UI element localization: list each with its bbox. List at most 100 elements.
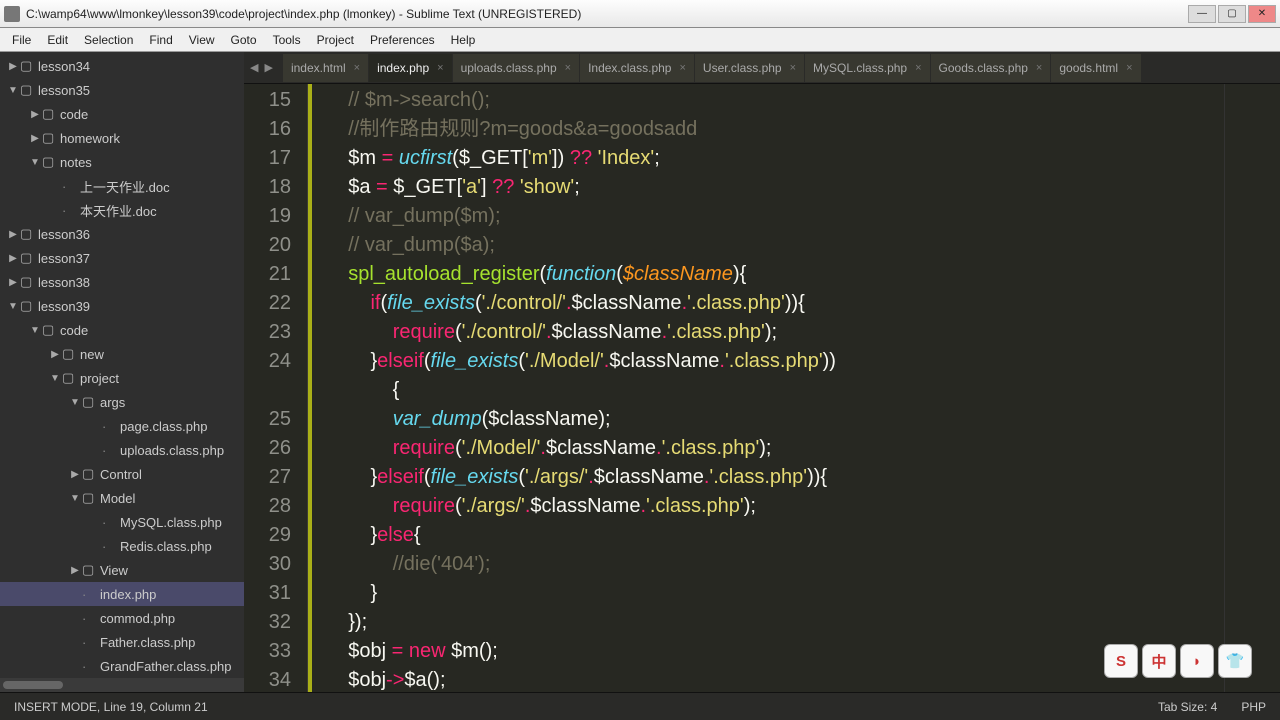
menu-selection[interactable]: Selection bbox=[76, 33, 141, 47]
tab-index-php[interactable]: index.php× bbox=[369, 54, 451, 82]
tab-close-icon[interactable]: × bbox=[437, 62, 443, 74]
tree-folder-notes[interactable]: ▼notes bbox=[0, 150, 244, 174]
disclosure-arrow-icon[interactable]: ▶ bbox=[68, 565, 82, 576]
tree-folder-Model[interactable]: ▼Model bbox=[0, 486, 244, 510]
disclosure-arrow-icon[interactable]: ▼ bbox=[28, 157, 42, 168]
disclosure-arrow-icon[interactable]: ▶ bbox=[6, 277, 20, 288]
tree-folder-lesson36[interactable]: ▶lesson36 bbox=[0, 222, 244, 246]
tree-file--doc[interactable]: 本天作业.doc bbox=[0, 198, 244, 222]
code-line[interactable]: require('./Model/'.$className.'.class.ph… bbox=[326, 434, 1224, 463]
tab-close-icon[interactable]: × bbox=[915, 62, 921, 74]
sidebar-scrollbar[interactable] bbox=[0, 678, 244, 692]
tab-Index-class-php[interactable]: Index.class.php× bbox=[580, 54, 694, 82]
disclosure-arrow-icon[interactable]: ▼ bbox=[6, 85, 20, 96]
menu-find[interactable]: Find bbox=[141, 33, 180, 47]
tab-index-html[interactable]: index.html× bbox=[283, 54, 368, 82]
code-line[interactable]: //制作路由规则?m=goods&a=goodsadd bbox=[326, 115, 1224, 144]
disclosure-arrow-icon[interactable]: ▶ bbox=[68, 469, 82, 480]
code-line[interactable]: }); bbox=[326, 608, 1224, 637]
code-line[interactable]: // var_dump($a); bbox=[326, 231, 1224, 260]
tree-file-Redis-class-php[interactable]: Redis.class.php bbox=[0, 534, 244, 558]
tree-file-Father-class-php[interactable]: Father.class.php bbox=[0, 630, 244, 654]
tree-file-page-class-php[interactable]: page.class.php bbox=[0, 414, 244, 438]
disclosure-arrow-icon[interactable]: ▼ bbox=[28, 325, 42, 336]
code-line[interactable]: //die('404'); bbox=[326, 550, 1224, 579]
disclosure-arrow-icon[interactable]: ▶ bbox=[28, 133, 42, 144]
menu-help[interactable]: Help bbox=[443, 33, 484, 47]
minimize-button[interactable]: — bbox=[1188, 5, 1216, 23]
tree-folder-lesson39[interactable]: ▼lesson39 bbox=[0, 294, 244, 318]
minimap[interactable] bbox=[1224, 84, 1280, 692]
menu-preferences[interactable]: Preferences bbox=[362, 33, 443, 47]
code-line[interactable]: require('./args/'.$className.'.class.php… bbox=[326, 492, 1224, 521]
tab-close-icon[interactable]: × bbox=[790, 62, 796, 74]
tree-file-index-php[interactable]: index.php bbox=[0, 582, 244, 606]
tree-folder-View[interactable]: ▶View bbox=[0, 558, 244, 582]
status-tab-size[interactable]: Tab Size: 4 bbox=[1158, 700, 1217, 714]
tree-folder-lesson37[interactable]: ▶lesson37 bbox=[0, 246, 244, 270]
tree-file-GrandFather-class-php[interactable]: GrandFather.class.php bbox=[0, 654, 244, 678]
ime-button-2[interactable]: ◗ bbox=[1180, 644, 1214, 678]
tab-nav-forward-icon[interactable]: ▶ bbox=[264, 61, 272, 74]
tab-close-icon[interactable]: × bbox=[1036, 62, 1042, 74]
code-line[interactable]: require('./control/'.$className.'.class.… bbox=[326, 318, 1224, 347]
tree-folder-lesson38[interactable]: ▶lesson38 bbox=[0, 270, 244, 294]
tab-Goods-class-php[interactable]: Goods.class.php× bbox=[931, 54, 1051, 82]
disclosure-arrow-icon[interactable]: ▶ bbox=[48, 349, 62, 360]
tree-file-MySQL-class-php[interactable]: MySQL.class.php bbox=[0, 510, 244, 534]
tree-file-uploads-class-php[interactable]: uploads.class.php bbox=[0, 438, 244, 462]
code-content[interactable]: // $m->search(); //制作路由规则?m=goods&a=good… bbox=[312, 84, 1224, 692]
tree-folder-homework[interactable]: ▶homework bbox=[0, 126, 244, 150]
tab-close-icon[interactable]: × bbox=[679, 62, 685, 74]
tab-nav-back-icon[interactable]: ◀ bbox=[250, 61, 258, 74]
tab-close-icon[interactable]: × bbox=[565, 62, 571, 74]
tree-file--doc[interactable]: 上一天作业.doc bbox=[0, 174, 244, 198]
tree-folder-code[interactable]: ▼code bbox=[0, 318, 244, 342]
code-line[interactable]: { bbox=[326, 376, 1224, 405]
code-line[interactable]: $obj = new $m(); bbox=[326, 637, 1224, 666]
close-button[interactable]: ✕ bbox=[1248, 5, 1276, 23]
tree-folder-args[interactable]: ▼args bbox=[0, 390, 244, 414]
tree-folder-lesson34[interactable]: ▶lesson34 bbox=[0, 54, 244, 78]
disclosure-arrow-icon[interactable]: ▼ bbox=[48, 373, 62, 384]
code-line[interactable]: } bbox=[326, 579, 1224, 608]
disclosure-arrow-icon[interactable]: ▼ bbox=[68, 493, 82, 504]
code-line[interactable]: }elseif(file_exists('./Model/'.$classNam… bbox=[326, 347, 1224, 376]
disclosure-arrow-icon[interactable]: ▶ bbox=[28, 109, 42, 120]
tree-folder-Control[interactable]: ▶Control bbox=[0, 462, 244, 486]
code-line[interactable]: // var_dump($m); bbox=[326, 202, 1224, 231]
menu-file[interactable]: File bbox=[4, 33, 39, 47]
code-line[interactable]: $obj->$a(); bbox=[326, 666, 1224, 692]
tree-file-commod-php[interactable]: commod.php bbox=[0, 606, 244, 630]
tab-close-icon[interactable]: × bbox=[354, 62, 360, 74]
disclosure-arrow-icon[interactable]: ▶ bbox=[6, 253, 20, 264]
disclosure-arrow-icon[interactable]: ▼ bbox=[68, 397, 82, 408]
ime-button-3[interactable]: 👕 bbox=[1218, 644, 1252, 678]
code-line[interactable]: var_dump($className); bbox=[326, 405, 1224, 434]
tab-goods-html[interactable]: goods.html× bbox=[1051, 54, 1140, 82]
ime-button-0[interactable]: S bbox=[1104, 644, 1138, 678]
tree-folder-code[interactable]: ▶code bbox=[0, 102, 244, 126]
code-line[interactable]: $m = ucfirst($_GET['m']) ?? 'Index'; bbox=[326, 144, 1224, 173]
code-line[interactable]: if(file_exists('./control/'.$className.'… bbox=[326, 289, 1224, 318]
menu-goto[interactable]: Goto bbox=[223, 33, 265, 47]
menu-edit[interactable]: Edit bbox=[39, 33, 76, 47]
code-area[interactable]: 1516171819202122232425262728293031323334… bbox=[244, 84, 1280, 692]
menu-view[interactable]: View bbox=[181, 33, 223, 47]
code-line[interactable]: }elseif(file_exists('./args/'.$className… bbox=[326, 463, 1224, 492]
ime-button-1[interactable]: 中 bbox=[1142, 644, 1176, 678]
menu-project[interactable]: Project bbox=[309, 33, 362, 47]
menu-tools[interactable]: Tools bbox=[265, 33, 309, 47]
tab-close-icon[interactable]: × bbox=[1126, 62, 1132, 74]
tree-folder-lesson35[interactable]: ▼lesson35 bbox=[0, 78, 244, 102]
tab-MySQL-class-php[interactable]: MySQL.class.php× bbox=[805, 54, 929, 82]
tree-folder-new[interactable]: ▶new bbox=[0, 342, 244, 366]
tree-folder-project[interactable]: ▼project bbox=[0, 366, 244, 390]
tab-uploads-class-php[interactable]: uploads.class.php× bbox=[453, 54, 580, 82]
disclosure-arrow-icon[interactable]: ▶ bbox=[6, 229, 20, 240]
code-line[interactable]: // $m->search(); bbox=[326, 86, 1224, 115]
tab-User-class-php[interactable]: User.class.php× bbox=[695, 54, 804, 82]
code-line[interactable]: spl_autoload_register(function($classNam… bbox=[326, 260, 1224, 289]
maximize-button[interactable]: ▢ bbox=[1218, 5, 1246, 23]
disclosure-arrow-icon[interactable]: ▶ bbox=[6, 61, 20, 72]
